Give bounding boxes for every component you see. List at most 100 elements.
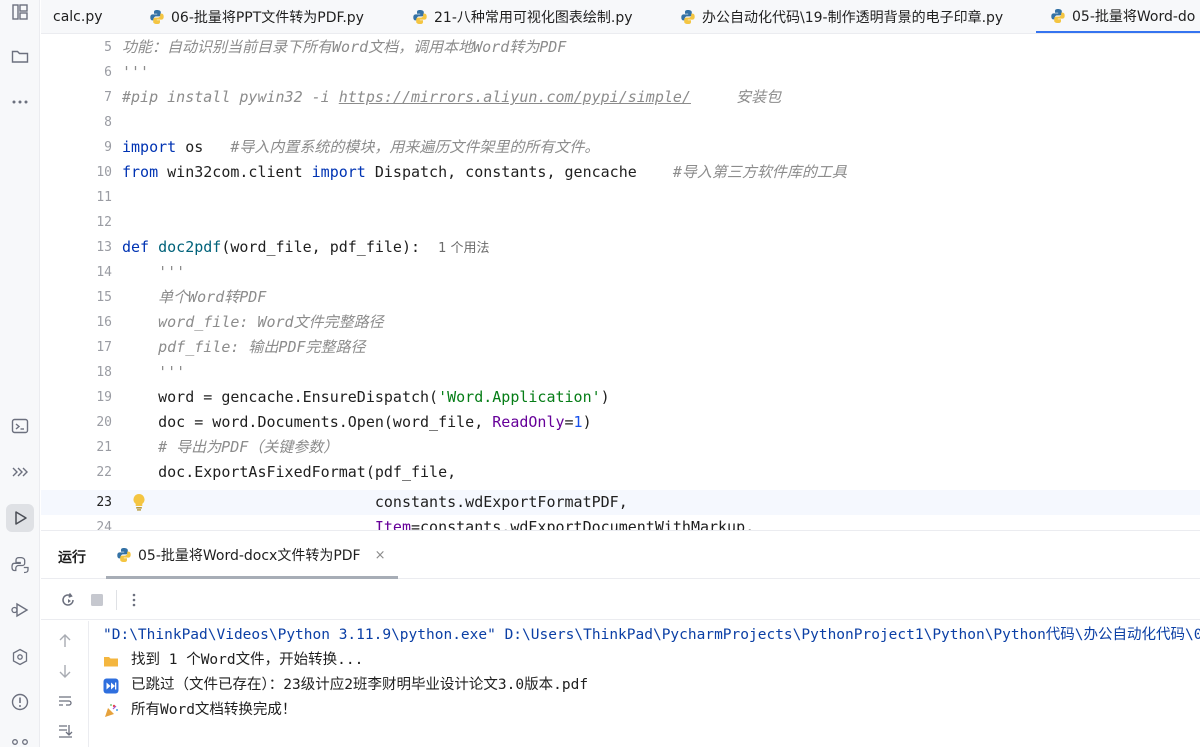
keyword-argument: ReadOnly	[492, 413, 565, 431]
run-panel-title: 运行	[58, 550, 86, 566]
console-line: 找到 1 个Word文件，开始转换...	[103, 648, 363, 673]
fast-forward-icon	[103, 678, 119, 694]
line-number: 11	[96, 190, 112, 205]
python-icon	[681, 10, 695, 24]
console-command-line: "D:\ThinkPad\Videos\Python 3.11.9\python…	[103, 623, 1200, 648]
comment: #pip install pywin32 -i	[122, 88, 339, 106]
terminal-icon[interactable]	[6, 412, 34, 440]
run-console-output[interactable]: "D:\ThinkPad\Videos\Python 3.11.9\python…	[103, 623, 1200, 747]
tab-calc-py[interactable]: calc.py	[53, 0, 103, 33]
python-packages-icon[interactable]	[6, 643, 34, 671]
code-text: )	[600, 388, 610, 406]
function-args: (word_file, pdf_file):	[221, 238, 421, 256]
debug-icon[interactable]	[6, 596, 34, 624]
editor-tab-bar: calc.py 06-批量将PPT文件转为PDF.py 21-八种常用可视化图表…	[41, 0, 1200, 34]
comment: #导入第三方软件库的工具	[672, 163, 847, 181]
line-number: 17	[96, 340, 112, 355]
folder-icon	[103, 653, 119, 669]
code-text: word = gencache.EnsureDispatch(	[122, 388, 439, 406]
function-name: doc2pdf	[149, 238, 222, 256]
party-popper-icon	[103, 703, 119, 719]
code-line-20: doc = word.Documents.Open(word_file, Rea…	[122, 410, 592, 435]
options-menu-icon[interactable]	[124, 590, 144, 610]
run-side-toolbar	[41, 621, 89, 747]
tab-visualization-charts[interactable]: 21-八种常用可视化图表绘制.py	[412, 0, 633, 33]
code-line-15: 单个Word转PDF	[122, 288, 267, 306]
toolbar-separator	[116, 590, 117, 610]
code-text: =	[564, 413, 574, 431]
tab-transparent-seal[interactable]: 办公自动化代码\19-制作透明背景的电子印章.py	[680, 0, 1004, 33]
tab-label: 办公自动化代码\19-制作透明背景的电子印章.py	[702, 10, 1004, 26]
module-name: win32com.client	[158, 163, 312, 181]
tab-label: 05-批量将Word-do	[1072, 8, 1196, 25]
code-line-13: def doc2pdf(word_file, pdf_file): 1 个用法	[122, 235, 490, 260]
keyword: from	[122, 163, 159, 181]
problems-icon[interactable]	[6, 688, 34, 716]
console-text: 找到 1 个Word文件，开始转换...	[131, 652, 364, 668]
run-icon[interactable]	[6, 504, 34, 532]
code-line-23: constants.wdExportFormatPDF,	[122, 493, 628, 511]
line-number: 18	[96, 365, 112, 380]
code-text: =constants.wdExportDocumentWithMarkup,	[410, 518, 755, 530]
line-number: 15	[96, 290, 112, 305]
line-number: 12	[96, 215, 112, 230]
console-text: 已跳过（文件已存在）：23级计应2班李财明毕业设计论文3.0版本.pdf	[131, 677, 589, 693]
line-number-gutter: 5 6 7 8 9 10 11 12 13 14 15 16 17 18 19 …	[41, 35, 116, 530]
python-console-icon[interactable]	[6, 551, 34, 579]
code-editor[interactable]: 5 6 7 8 9 10 11 12 13 14 15 16 17 18 19 …	[41, 35, 1200, 530]
run-toolbar	[41, 580, 1200, 620]
services-icon[interactable]	[6, 458, 34, 486]
python-icon	[150, 10, 164, 24]
line-number: 19	[96, 390, 112, 405]
version-control-icon[interactable]	[6, 732, 34, 747]
usages-hint[interactable]: 1 个用法	[438, 241, 489, 256]
line-number-current: 23	[96, 495, 112, 510]
console-text: 所有Word文档转换完成！	[131, 702, 297, 718]
tab-ppt-to-pdf[interactable]: 06-批量将PPT文件转为PDF.py	[149, 0, 364, 33]
line-number: 22	[96, 465, 112, 480]
left-tool-strip	[0, 0, 40, 747]
comment-url-link[interactable]: https://mirrors.aliyun.com/pypi/simple/	[339, 88, 691, 106]
soft-wrap-icon[interactable]	[55, 691, 75, 711]
module-name: os	[176, 138, 231, 156]
folder-icon[interactable]	[6, 42, 34, 70]
stop-icon[interactable]	[87, 590, 107, 610]
code-line-10: from win32com.client import Dispatch, co…	[122, 160, 847, 185]
run-tab-underline	[106, 576, 398, 579]
code-text: )	[582, 413, 592, 431]
code-line-18: '''	[122, 363, 186, 381]
keyword: import	[122, 138, 177, 156]
imported-names: Dispatch, constants, gencache	[365, 163, 673, 181]
code-line-22: doc.ExportAsFixedFormat(pdf_file,	[122, 463, 457, 481]
keyword: import	[311, 163, 366, 181]
python-icon	[413, 10, 427, 24]
run-panel-header: 运行 05-批量将Word-docx文件转为PDF ×	[41, 531, 1200, 579]
project-structure-icon[interactable]	[6, 0, 34, 26]
line-number: 5	[104, 40, 112, 55]
code-line-17: pdf_file: 输出PDF完整路径	[122, 338, 366, 356]
more-icon[interactable]	[6, 88, 34, 116]
comment: 安装包	[690, 88, 782, 106]
code-line-16: word_file: Word文件完整路径	[122, 313, 384, 331]
code-line-21: # 导出为PDF（关键参数）	[122, 438, 339, 456]
number-literal: 1	[573, 413, 583, 431]
rerun-icon[interactable]	[58, 590, 78, 610]
line-number: 24	[96, 520, 112, 530]
tab-word-to-pdf[interactable]: 05-批量将Word-do	[1036, 0, 1200, 33]
tab-label: 21-八种常用可视化图表绘制.py	[434, 10, 633, 26]
scroll-down-icon[interactable]	[55, 661, 75, 681]
line-number: 9	[104, 140, 112, 155]
line-number: 13	[96, 240, 112, 255]
keyword: def	[122, 238, 150, 256]
run-config-tab[interactable]: 05-批量将Word-docx文件转为PDF ×	[116, 531, 386, 579]
tab-label: calc.py	[53, 9, 103, 25]
code-text: doc = word.Documents.Open(word_file,	[122, 413, 493, 431]
tab-label: 06-批量将PPT文件转为PDF.py	[171, 10, 364, 26]
scroll-to-end-icon[interactable]	[55, 721, 75, 741]
code-line-19: word = gencache.EnsureDispatch('Word.App…	[122, 385, 610, 410]
string-literal: 'Word.Application'	[438, 388, 601, 406]
line-number: 21	[96, 440, 112, 455]
close-tab-button[interactable]: ×	[375, 548, 386, 563]
line-number: 16	[96, 315, 112, 330]
scroll-up-icon[interactable]	[55, 631, 75, 651]
